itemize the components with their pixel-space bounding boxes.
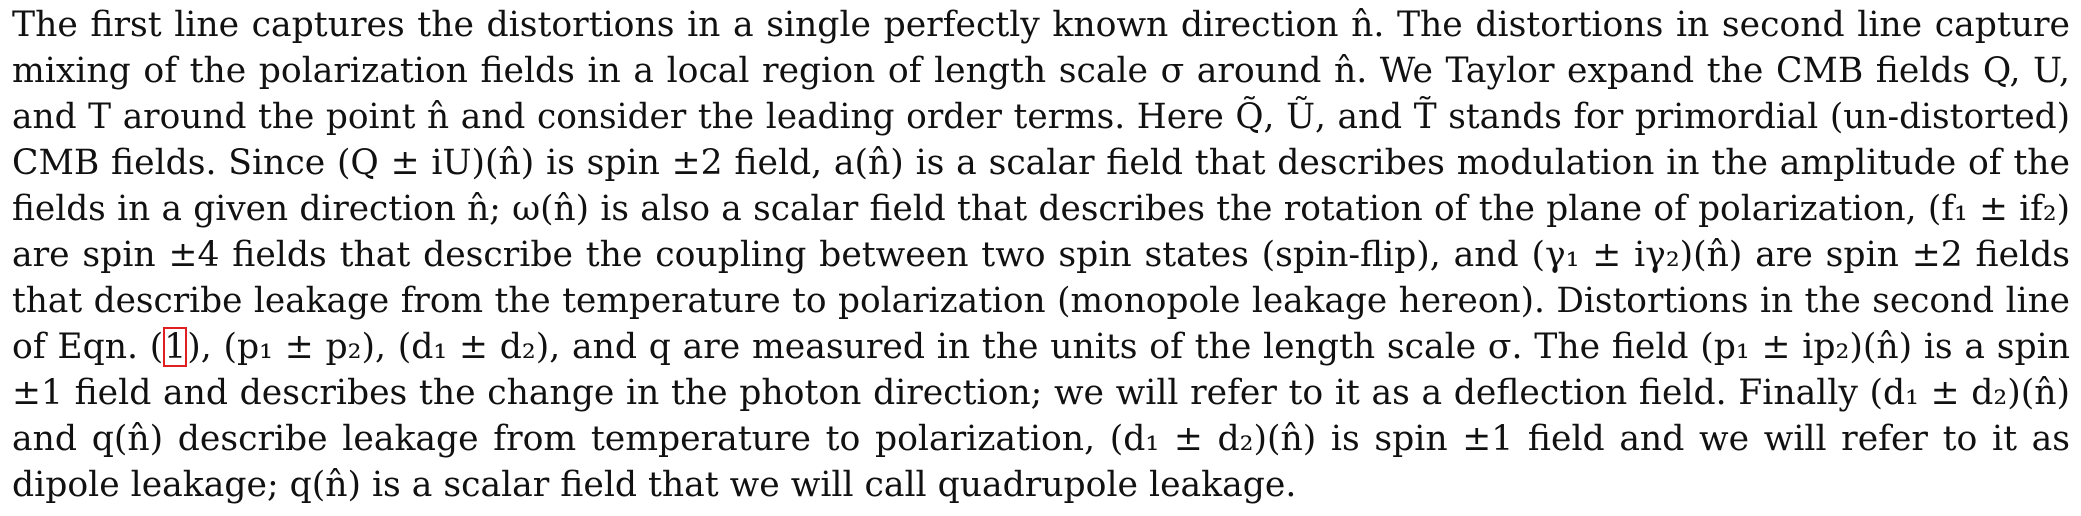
paper-paragraph: The first line captures the distortions …: [12, 2, 2072, 508]
text-line-11: dipole leakage; q(n̂) is a scalar field …: [12, 465, 1297, 505]
equation-reference-link[interactable]: 1: [163, 327, 188, 367]
text-line-6: are spin ±4 fields that describe the cou…: [12, 235, 2070, 275]
text-line-8-before: of Eqn. (: [12, 327, 164, 367]
text-line-7: that describe leakage from the temperatu…: [12, 281, 2070, 321]
text-line-1: The first line captures the distortions …: [12, 5, 2070, 45]
text-line-5: fields in a given direction n̂; ω(n̂) is…: [12, 189, 2070, 229]
text-line-2: mixing of the polarization fields in a l…: [12, 51, 2070, 91]
text-line-8-after: ), (p₁ ± p₂), (d₁ ± d₂), and q are measu…: [187, 327, 2070, 367]
text-line-4: CMB fields. Since (Q ± iU)(n̂) is spin ±…: [12, 143, 2070, 183]
text-line-8: of Eqn. (1), (p₁ ± p₂), (d₁ ± d₂), and q…: [12, 324, 2070, 370]
text-line-3: and T around the point n̂ and consider t…: [12, 97, 2070, 137]
text-line-9: ±1 field and describes the change in the…: [12, 373, 2070, 413]
text-line-10: and q(n̂) describe leakage from temperat…: [12, 419, 2070, 459]
